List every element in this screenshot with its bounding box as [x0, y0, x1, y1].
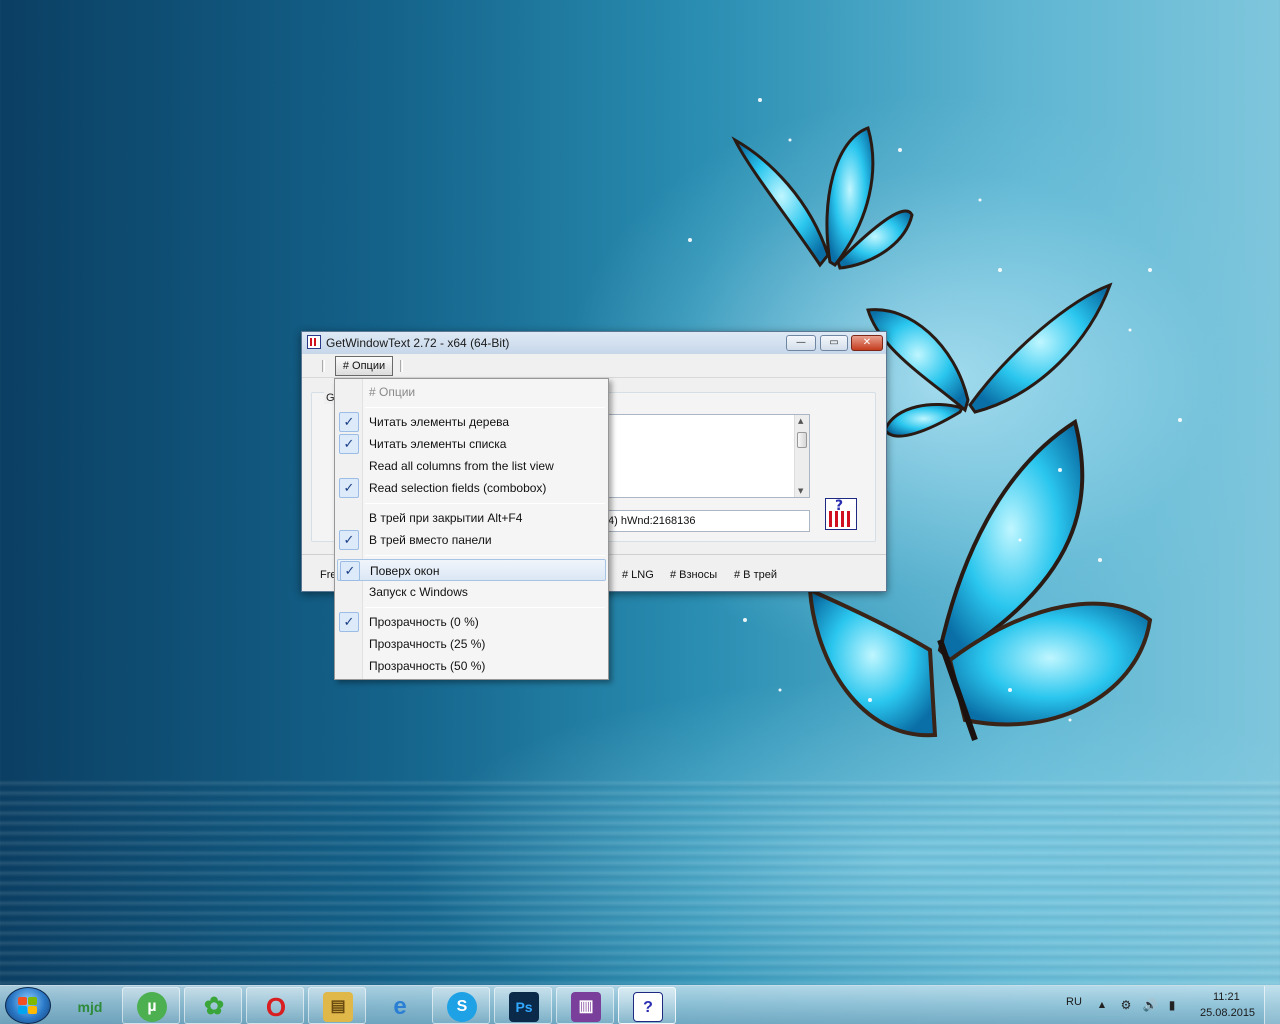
- wallpaper-reflection: [0, 780, 1280, 985]
- checkmark-icon: ✓: [339, 612, 359, 632]
- scroll-down-icon[interactable]: ▼: [798, 487, 803, 495]
- taskbar-app-ie[interactable]: e: [370, 987, 428, 1024]
- taskbar-app-winrar[interactable]: ▥: [556, 987, 614, 1024]
- checkmark-icon: ✓: [339, 530, 359, 550]
- list-scrollbar[interactable]: ▲ ▼: [794, 415, 809, 497]
- menu-item-label: Read all columns from the list view: [369, 459, 554, 473]
- menu-item-label: Читать элементы списка: [369, 437, 507, 451]
- text-list-box[interactable]: ▲ ▼: [602, 414, 810, 498]
- taskbar-app-photoshop[interactable]: Ps: [494, 987, 552, 1024]
- menu-item-tray-instead-panel[interactable]: ✓ В трей вместо панели: [337, 529, 606, 551]
- taskbar-app-opera[interactable]: O: [246, 987, 304, 1024]
- windows-logo-icon: [18, 997, 38, 1015]
- menu-item-run-with-windows[interactable]: Запуск с Windows: [337, 581, 606, 603]
- browser-icon: e: [393, 993, 407, 1020]
- taskbar-app-utorrent[interactable]: µ: [122, 987, 180, 1024]
- maximize-button[interactable]: ▭: [820, 335, 848, 351]
- taskbar-app-icq[interactable]: ✿: [184, 987, 242, 1024]
- finder-grid-icon: [829, 511, 853, 527]
- menu-item-label: Прозрачность (25 %): [369, 637, 486, 651]
- menu-item-tray-on-close[interactable]: В трей при закрытии Alt+F4: [337, 507, 606, 529]
- checkmark-icon: ✓: [339, 434, 359, 454]
- taskbar: mjd µ ✿ O ▤ e S Ps ▥ ? RU ▲ ⚙ 🔊 ▮ 11:21 …: [0, 985, 1280, 1024]
- menu-item-label: Читать элементы дерева: [369, 415, 510, 429]
- getwindowtext-icon: ?: [633, 992, 663, 1022]
- battery-icon[interactable]: ▮: [1164, 997, 1180, 1013]
- folder-icon: ▤: [323, 992, 353, 1022]
- language-indicator[interactable]: RU: [1066, 996, 1082, 1008]
- toolbar-grip-right[interactable]: [400, 360, 403, 372]
- utorrent-icon: µ: [137, 992, 167, 1022]
- opera-icon: O: [265, 992, 287, 1022]
- hwnd-field[interactable]: 4) hWnd:2168136: [602, 510, 810, 532]
- menu-item-transparency-0[interactable]: ✓ Прозрачность (0 %): [337, 611, 606, 633]
- window-finder-icon[interactable]: ?: [825, 498, 857, 530]
- menu-separator: [365, 407, 605, 408]
- menu-item-read-combobox[interactable]: ✓ Read selection fields (combobox): [337, 477, 606, 499]
- checkmark-icon: ✓: [339, 412, 359, 432]
- menu-separator: [365, 555, 605, 556]
- menu-item-label: В трей при закрытии Alt+F4: [369, 511, 523, 525]
- network-icon[interactable]: ⚙: [1118, 997, 1134, 1013]
- menu-header-options: # Опции: [337, 381, 606, 403]
- menu-item-read-tree[interactable]: ✓ Читать элементы дерева: [337, 411, 606, 433]
- photoshop-icon: Ps: [509, 992, 539, 1022]
- taskbar-app-mjd[interactable]: mjd: [60, 987, 118, 1024]
- menu-item-label: Прозрачность (50 %): [369, 659, 486, 673]
- winrar-icon: ▥: [571, 992, 601, 1022]
- clock-time[interactable]: 11:21: [1213, 991, 1240, 1003]
- app-icon[interactable]: [307, 335, 321, 349]
- menu-item-label: Read selection fields (combobox): [369, 481, 547, 495]
- options-menu-button[interactable]: # Опции: [335, 356, 393, 376]
- close-button[interactable]: ✕: [851, 335, 883, 351]
- toolbar-grip-left[interactable]: [322, 360, 325, 372]
- status-item-donate[interactable]: # Взносы: [670, 569, 717, 581]
- menu-item-transparency-25[interactable]: Прозрачность (25 %): [337, 633, 606, 655]
- menu-item-label: Поверх окон: [370, 564, 440, 578]
- status-item-tray[interactable]: # В трей: [734, 569, 777, 581]
- menu-item-read-list[interactable]: ✓ Читать элементы списка: [337, 433, 606, 455]
- minimize-button[interactable]: —: [786, 335, 816, 351]
- menu-separator: [365, 503, 605, 504]
- taskbar-app-explorer[interactable]: ▤: [308, 987, 366, 1024]
- scroll-thumb[interactable]: [797, 432, 807, 448]
- menu-item-always-on-top[interactable]: ✓ Поверх окон: [337, 559, 606, 581]
- menu-item-label: Запуск с Windows: [369, 585, 468, 599]
- menu-bar: # Опции: [302, 354, 886, 378]
- checkmark-icon: ✓: [340, 561, 360, 581]
- menu-separator: [365, 607, 605, 608]
- menu-item-read-all-columns[interactable]: Read all columns from the list view: [337, 455, 606, 477]
- menu-item-label: Прозрачность (0 %): [369, 615, 479, 629]
- start-button[interactable]: [5, 987, 51, 1024]
- options-dropdown-menu: # Опции ✓ Читать элементы дерева ✓ Читат…: [334, 378, 609, 680]
- menu-item-transparency-50[interactable]: Прозрачность (50 %): [337, 655, 606, 677]
- show-desktop-button[interactable]: [1264, 986, 1280, 1024]
- menu-header-label: # Опции: [369, 385, 416, 399]
- clock-date[interactable]: 25.08.2015: [1200, 1007, 1255, 1019]
- status-item-lng[interactable]: # LNG: [622, 569, 654, 581]
- checkmark-icon: ✓: [339, 478, 359, 498]
- menu-item-label: В трей вместо панели: [369, 533, 492, 547]
- icq-flower-icon: ✿: [203, 993, 225, 1020]
- taskbar-app-skype[interactable]: S: [432, 987, 490, 1024]
- volume-icon[interactable]: 🔊: [1142, 997, 1158, 1013]
- title-bar[interactable]: GetWindowText 2.72 - x64 (64-Bit) — ▭ ✕: [302, 332, 886, 354]
- scroll-up-icon[interactable]: ▲: [798, 417, 803, 425]
- mjd-icon: mjd: [77, 999, 103, 1015]
- taskbar-app-getwindowtext[interactable]: ?: [618, 987, 676, 1024]
- skype-icon: S: [447, 992, 477, 1022]
- tray-expand-icon[interactable]: ▲: [1094, 997, 1110, 1013]
- window-title: GetWindowText 2.72 - x64 (64-Bit): [326, 336, 510, 350]
